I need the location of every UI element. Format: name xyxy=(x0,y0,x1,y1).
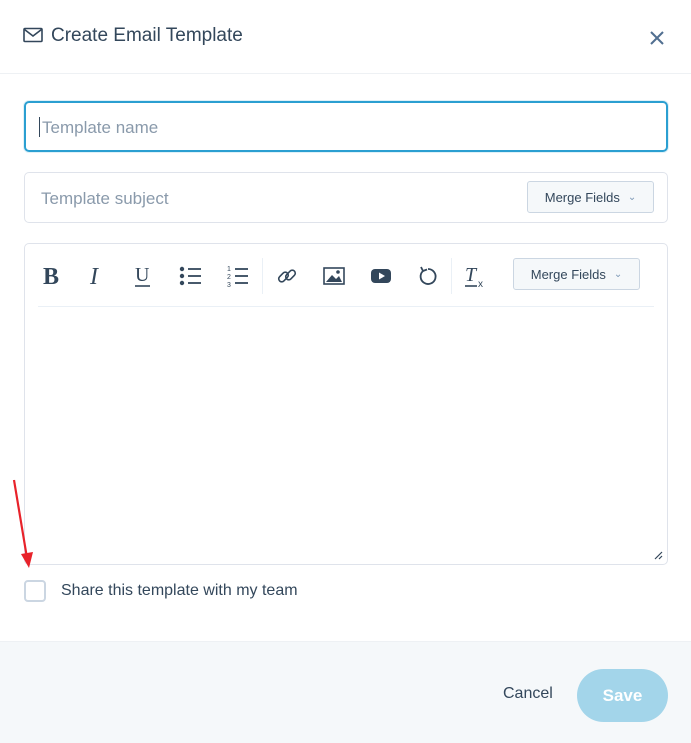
dialog-footer: Cancel Save xyxy=(0,641,691,743)
dialog-title: Create Email Template xyxy=(51,25,243,46)
template-subject-input[interactable] xyxy=(39,186,513,212)
chevron-down-icon: ⌄ xyxy=(613,268,623,280)
editor-merge-fields-button[interactable]: Merge Fields ⌄ xyxy=(513,258,640,290)
template-subject-field[interactable]: Merge Fields ⌄ xyxy=(24,172,668,223)
svg-text:2: 2 xyxy=(227,274,231,281)
video-icon[interactable] xyxy=(368,262,394,290)
resize-handle-icon[interactable] xyxy=(653,550,663,560)
bulleted-list-icon[interactable] xyxy=(178,262,204,290)
undo-icon[interactable] xyxy=(415,262,441,290)
svg-text:3: 3 xyxy=(227,282,231,288)
save-button[interactable]: Save xyxy=(577,669,668,722)
svg-text:x: x xyxy=(478,279,483,289)
share-template-row: Share this template with my team xyxy=(24,579,298,603)
share-label[interactable]: Share this template with my team xyxy=(61,582,298,600)
link-icon[interactable] xyxy=(274,262,300,290)
merge-fields-label: Merge Fields xyxy=(544,189,620,205)
svg-text:I: I xyxy=(89,264,99,288)
template-name-field[interactable] xyxy=(24,101,668,152)
bold-icon[interactable]: B xyxy=(40,262,64,290)
svg-text:1: 1 xyxy=(227,266,231,273)
subject-merge-fields-button[interactable]: Merge Fields ⌄ xyxy=(527,181,654,213)
italic-icon[interactable]: I xyxy=(86,262,108,290)
template-name-input[interactable] xyxy=(40,115,644,141)
close-icon[interactable] xyxy=(646,27,668,49)
chevron-down-icon: ⌄ xyxy=(627,191,637,203)
dialog-header: Create Email Template xyxy=(0,0,691,74)
toolbar-divider xyxy=(262,258,263,294)
mail-icon xyxy=(23,27,43,43)
toolbar-divider xyxy=(451,258,452,294)
clear-formatting-icon[interactable]: T x xyxy=(462,262,488,290)
body-editor[interactable]: B I U 1 2 3 T x Merge Fields ⌄ xyxy=(24,243,668,565)
cancel-button[interactable]: Cancel xyxy=(503,685,553,703)
svg-text:B: B xyxy=(43,264,59,288)
merge-fields-label: Merge Fields xyxy=(530,266,606,282)
numbered-list-icon[interactable]: 1 2 3 xyxy=(225,262,251,290)
svg-text:T: T xyxy=(465,264,478,286)
svg-text:U: U xyxy=(135,264,150,286)
share-checkbox[interactable] xyxy=(24,580,46,602)
image-icon[interactable] xyxy=(321,262,347,290)
underline-icon[interactable]: U xyxy=(132,262,154,290)
